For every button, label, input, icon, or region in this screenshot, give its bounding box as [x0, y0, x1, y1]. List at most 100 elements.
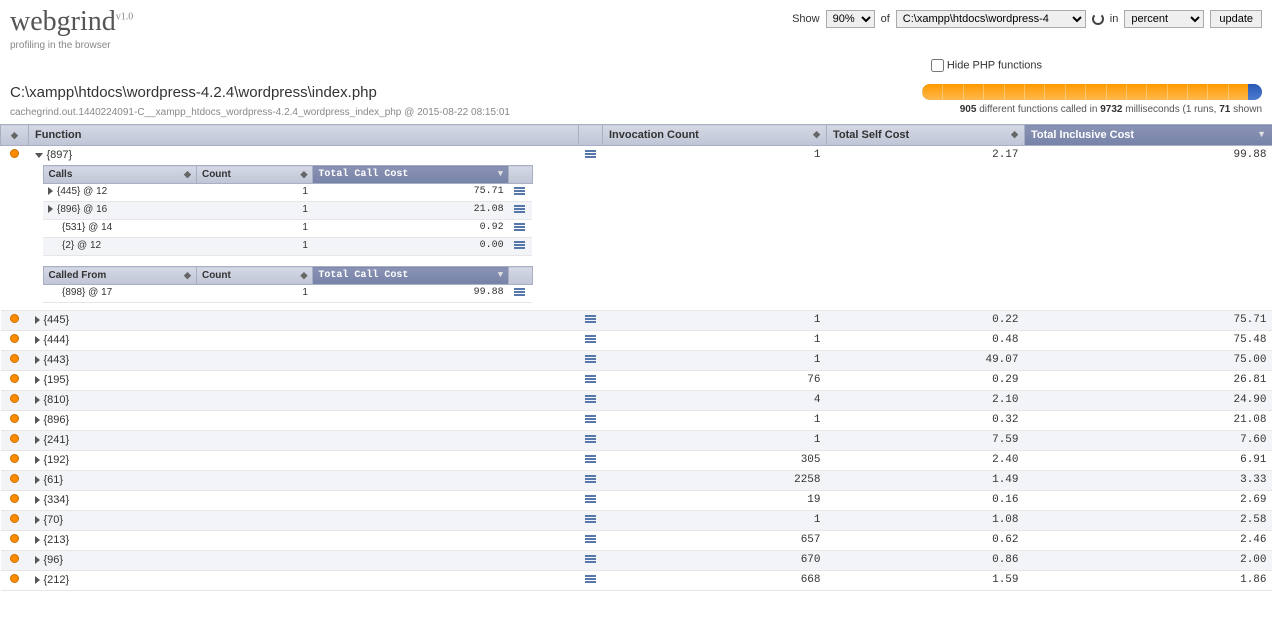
sub-col-count[interactable]: Count◆ [196, 166, 312, 184]
function-name[interactable]: {810} [44, 394, 70, 406]
view-file-icon[interactable] [585, 514, 597, 524]
cell-inclusive: 21.08 [1025, 411, 1272, 431]
sub-col-count2[interactable]: Count◆ [196, 267, 312, 285]
cell-inclusive: 24.90 [1025, 391, 1272, 411]
function-name[interactable]: {896} [44, 414, 70, 426]
function-name[interactable]: {70} [44, 514, 64, 526]
view-file-icon[interactable] [585, 534, 597, 544]
update-button[interactable]: update [1210, 10, 1262, 28]
call-cost: 21.08 [313, 202, 509, 220]
view-file-icon[interactable] [514, 204, 526, 214]
col-function[interactable]: Function [29, 125, 579, 146]
view-file-icon[interactable] [585, 314, 597, 324]
expand-icon[interactable] [48, 205, 53, 213]
expand-icon[interactable] [35, 396, 40, 404]
view-file-icon[interactable] [585, 334, 597, 344]
view-file-icon[interactable] [585, 394, 597, 404]
view-file-icon[interactable] [585, 574, 597, 584]
expand-icon[interactable] [35, 536, 40, 544]
col-inclusive-cost[interactable]: Total Inclusive Cost▼ [1025, 125, 1272, 146]
expand-icon[interactable] [35, 356, 40, 364]
function-name[interactable]: {195} [44, 374, 70, 386]
view-file-icon[interactable] [585, 474, 597, 484]
cell-invocation: 1 [603, 411, 827, 431]
view-file-icon[interactable] [514, 186, 526, 196]
hide-php-checkbox[interactable] [931, 59, 944, 72]
function-name[interactable]: {212} [44, 574, 70, 586]
called-from-table: Called From◆Count◆Total Call Cost▼ {898} … [43, 266, 533, 303]
cell-inclusive: 2.69 [1025, 491, 1272, 511]
view-file-icon[interactable] [585, 374, 597, 384]
table-row: {896}10.3221.08 [1, 411, 1272, 431]
table-row: {443}149.0775.00 [1, 351, 1272, 371]
sub-col-calls[interactable]: Calls◆ [43, 166, 196, 184]
function-name[interactable]: {192} [44, 454, 70, 466]
refresh-icon[interactable] [1092, 13, 1104, 25]
expand-icon[interactable] [35, 516, 40, 524]
function-name[interactable]: {897} [47, 149, 73, 161]
view-file-icon[interactable] [514, 240, 526, 250]
type-dot-icon [10, 314, 19, 323]
col-type[interactable]: ◆ [1, 125, 29, 146]
view-file-icon[interactable] [585, 414, 597, 424]
cell-inclusive: 2.46 [1025, 531, 1272, 551]
expand-icon[interactable] [35, 496, 40, 504]
expand-icon[interactable] [35, 456, 40, 464]
cell-self-cost: 2.17 [827, 146, 1025, 311]
cell-inclusive: 2.58 [1025, 511, 1272, 531]
expand-icon[interactable] [35, 416, 40, 424]
expand-icon[interactable] [48, 187, 53, 195]
function-name[interactable]: {334} [44, 494, 70, 506]
expand-icon[interactable] [35, 153, 43, 158]
cell-invocation: 1 [603, 311, 827, 331]
call-name[interactable]: {445} @ 12 [48, 186, 107, 197]
view-file-icon[interactable] [514, 287, 526, 297]
cell-inclusive: 99.88 [1025, 146, 1272, 311]
col-self-cost[interactable]: Total Self Cost◆ [827, 125, 1025, 146]
view-file-icon[interactable] [514, 222, 526, 232]
expand-icon[interactable] [35, 576, 40, 584]
show-percent-select[interactable]: 90% [826, 10, 875, 28]
cell-self-cost: 1.59 [827, 571, 1025, 591]
view-file-icon[interactable] [585, 554, 597, 564]
hide-php-label: Hide PHP functions [947, 59, 1042, 71]
expand-icon[interactable] [35, 376, 40, 384]
function-name[interactable]: {96} [44, 554, 64, 566]
function-name[interactable]: {445} [44, 314, 70, 326]
sub-col-called-from[interactable]: Called From◆ [43, 267, 196, 285]
view-file-icon[interactable] [585, 354, 597, 364]
function-name[interactable]: {443} [44, 354, 70, 366]
expand-icon[interactable] [35, 436, 40, 444]
cost-meter [922, 84, 1262, 100]
view-file-icon[interactable] [585, 434, 597, 444]
function-name[interactable]: {61} [44, 474, 64, 486]
function-name[interactable]: {444} [44, 334, 70, 346]
cell-inclusive: 26.81 [1025, 371, 1272, 391]
call-count: 1 [196, 184, 312, 202]
call-cost: 0.00 [313, 238, 509, 256]
view-file-icon[interactable] [585, 494, 597, 504]
call-name[interactable]: {2} @ 12 [48, 240, 101, 251]
sub-col-file2 [509, 267, 532, 285]
expand-icon[interactable] [35, 556, 40, 564]
view-file-icon[interactable] [585, 149, 597, 159]
call-name[interactable]: {896} @ 16 [48, 204, 107, 215]
caller-name[interactable]: {898} @ 17 [48, 287, 112, 298]
expand-icon[interactable] [35, 336, 40, 344]
tagline: profiling in the browser [10, 40, 133, 51]
function-name[interactable]: {241} [44, 434, 70, 446]
file-select[interactable]: C:\xampp\htdocs\wordpress-4 [896, 10, 1086, 28]
unit-select[interactable]: percent [1124, 10, 1204, 28]
view-file-icon[interactable] [585, 454, 597, 464]
sub-col-cost[interactable]: Total Call Cost▼ [313, 166, 509, 184]
col-invocation[interactable]: Invocation Count◆ [603, 125, 827, 146]
sub-col-cost2[interactable]: Total Call Cost▼ [313, 267, 509, 285]
cell-self-cost: 0.29 [827, 371, 1025, 391]
cache-subtitle: cachegrind.out.1440224091-C__xampp_htdoc… [10, 107, 510, 118]
table-row: {334}190.162.69 [1, 491, 1272, 511]
expand-icon[interactable] [35, 316, 40, 324]
call-name[interactable]: {531} @ 14 [48, 222, 112, 233]
expand-icon[interactable] [35, 476, 40, 484]
function-name[interactable]: {213} [44, 534, 70, 546]
table-row: {444}10.4875.48 [1, 331, 1272, 351]
